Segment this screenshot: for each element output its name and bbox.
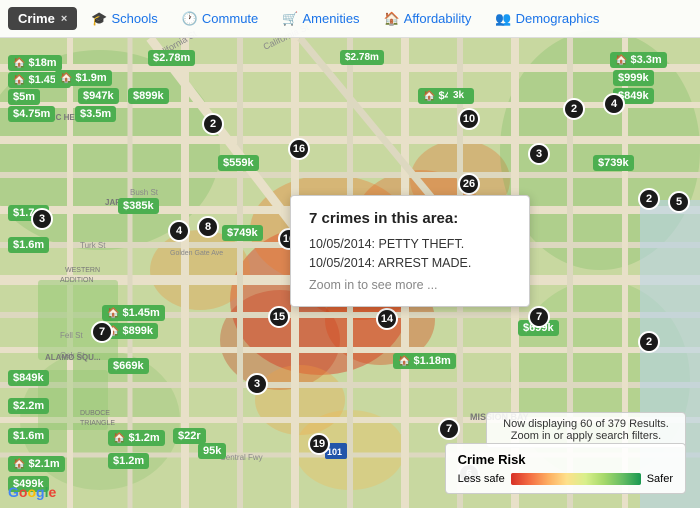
crime-entry-2: 10/05/2014: ARREST MADE.: [309, 256, 511, 270]
demographics-tab[interactable]: 👥 Demographics: [485, 7, 609, 31]
crime-tab[interactable]: Crime ×: [8, 7, 77, 30]
price-label[interactable]: 🏠$1.18m: [393, 353, 456, 369]
price-label[interactable]: $2.78m: [340, 50, 384, 65]
price-label[interactable]: $1.6m: [8, 237, 49, 253]
price-label[interactable]: 🏠$3.3m: [610, 52, 667, 68]
amenities-tab-label: Amenities: [302, 11, 359, 26]
price-label[interactable]: $669k: [108, 358, 149, 374]
zoom-link[interactable]: Zoom in to see more ...: [309, 278, 511, 292]
schools-tab-label: Schools: [111, 11, 157, 26]
legend-safer: Safer: [647, 473, 673, 485]
price-label[interactable]: $3.5m: [75, 106, 116, 122]
svg-text:101: 101: [327, 447, 342, 457]
crime-count-circle[interactable]: 8: [197, 216, 219, 238]
crime-count-circle[interactable]: 16: [288, 138, 310, 160]
crime-count-circle[interactable]: 7: [91, 321, 113, 343]
crime-count-circle[interactable]: 14: [376, 308, 398, 330]
amenities-icon: 🛒: [282, 11, 298, 27]
price-label[interactable]: $2.78m: [148, 50, 195, 66]
price-label[interactable]: 🏠$2.1m: [8, 456, 65, 472]
affordability-tab-label: Affordability: [404, 11, 472, 26]
legend-title: Crime Risk: [458, 452, 673, 467]
demographics-tab-label: Demographics: [516, 11, 600, 26]
crime-count-circle[interactable]: 7: [438, 418, 460, 440]
price-label[interactable]: $1.6m: [8, 428, 49, 444]
svg-text:ALAMO SQU...: ALAMO SQU...: [45, 353, 101, 362]
price-label[interactable]: $749k: [222, 225, 263, 241]
crime-count-circle[interactable]: 4: [168, 220, 190, 242]
crime-count-circle[interactable]: 2: [202, 113, 224, 135]
crime-count-circle[interactable]: 2: [638, 331, 660, 353]
crime-count-circle[interactable]: 15: [268, 306, 290, 328]
price-label[interactable]: 🏠$1.2m: [108, 430, 165, 446]
legend-less-safe: Less safe: [458, 473, 505, 485]
affordability-icon: 🏠: [384, 11, 400, 27]
top-nav: Crime × 🎓 Schools 🕐 Commute 🛒 Amenities …: [0, 0, 700, 38]
schools-tab[interactable]: 🎓 Schools: [81, 7, 167, 31]
price-label[interactable]: 🏠$18m: [8, 55, 62, 71]
crime-count-circle[interactable]: 5: [668, 191, 690, 213]
svg-text:Bush St: Bush St: [130, 188, 159, 197]
google-logo: Google: [8, 484, 56, 500]
crime-count-circle[interactable]: 2: [638, 188, 660, 210]
svg-text:WESTERN: WESTERN: [65, 267, 100, 274]
crime-legend: Crime Risk Less safe Safer: [445, 443, 686, 494]
price-label[interactable]: $5m: [8, 89, 40, 105]
svg-text:Fell St: Fell St: [60, 331, 83, 340]
popup-title: 7 crimes in this area:: [309, 210, 511, 227]
price-label[interactable]: $947k: [78, 88, 119, 104]
crime-count-circle[interactable]: 3: [528, 143, 550, 165]
price-label[interactable]: $899k: [128, 88, 169, 104]
price-label[interactable]: $999k: [613, 70, 654, 86]
price-label[interactable]: 🏠$1.45m: [102, 305, 165, 321]
price-label[interactable]: 3k: [448, 88, 469, 103]
close-icon[interactable]: ×: [61, 13, 67, 25]
demographics-icon: 👥: [495, 11, 511, 27]
price-label[interactable]: $22r: [173, 428, 206, 444]
commute-tab[interactable]: 🕐 Commute: [172, 7, 269, 31]
commute-tab-label: Commute: [202, 11, 258, 26]
price-label[interactable]: 🏠$1.9m: [55, 70, 112, 86]
crime-popup: 7 crimes in this area: 10/05/2014: PETTY…: [290, 195, 530, 307]
price-label[interactable]: $4.75m: [8, 106, 55, 122]
crime-count-circle[interactable]: 4: [603, 93, 625, 115]
crime-count-circle[interactable]: 10: [458, 108, 480, 130]
crime-tab-label: Crime: [18, 11, 55, 26]
svg-text:Central Fwy: Central Fwy: [220, 453, 263, 462]
price-label[interactable]: $2.2m: [8, 398, 49, 414]
price-label[interactable]: 95k: [198, 443, 226, 459]
svg-text:DUBOCE: DUBOCE: [80, 410, 110, 417]
crime-count-circle[interactable]: 19: [308, 433, 330, 455]
svg-text:Turk St: Turk St: [80, 241, 106, 250]
svg-text:TRIANGLE: TRIANGLE: [80, 420, 115, 427]
price-label[interactable]: $1.2m: [108, 453, 149, 469]
map-container: California St California St Geary Blvd B…: [0, 0, 700, 508]
crime-count-circle[interactable]: 3: [31, 208, 53, 230]
svg-text:ADDITION: ADDITION: [60, 277, 93, 284]
results-text: Now displaying 60 of 379 Results. Zoom i…: [503, 418, 669, 442]
affordability-tab[interactable]: 🏠 Affordability: [374, 7, 482, 31]
legend-gradient: [511, 473, 641, 485]
svg-text:Golden Gate Ave: Golden Gate Ave: [170, 250, 223, 257]
crime-count-circle[interactable]: 26: [458, 173, 480, 195]
price-label[interactable]: $849k: [8, 370, 49, 386]
crime-count-circle[interactable]: 2: [563, 98, 585, 120]
commute-icon: 🕐: [182, 11, 198, 27]
amenities-tab[interactable]: 🛒 Amenities: [272, 7, 369, 31]
schools-icon: 🎓: [91, 11, 107, 27]
price-label[interactable]: $739k: [593, 155, 634, 171]
crime-entry-1: 10/05/2014: PETTY THEFT.: [309, 237, 511, 251]
price-label[interactable]: $385k: [118, 198, 159, 214]
price-label[interactable]: $559k: [218, 155, 259, 171]
crime-count-circle[interactable]: 7: [528, 306, 550, 328]
crime-count-circle[interactable]: 3: [246, 373, 268, 395]
